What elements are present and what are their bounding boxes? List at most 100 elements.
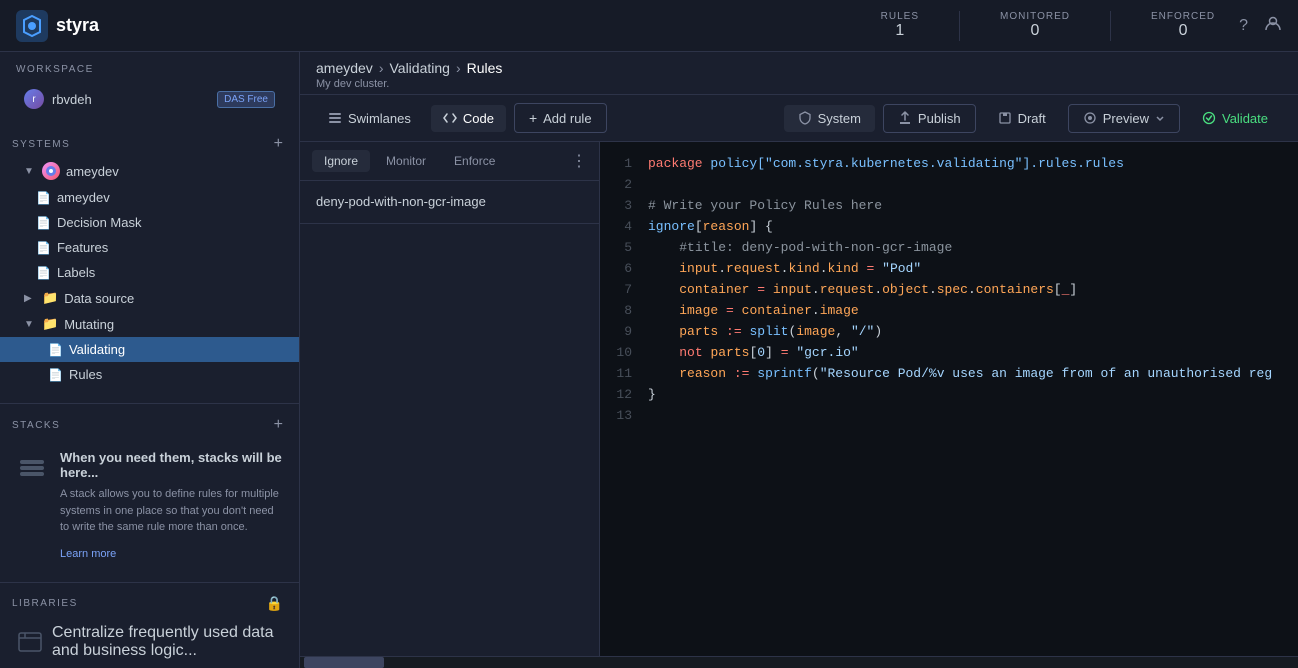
breadcrumb-validating: Validating — [389, 60, 449, 76]
monitored-stat-value: 0 — [1031, 22, 1040, 40]
enforced-stat-value: 0 — [1179, 22, 1188, 40]
stacks-empty-title: When you need them, stacks will be here.… — [60, 450, 283, 480]
user-icon[interactable] — [1264, 14, 1282, 37]
rules-tabs: Ignore Monitor Enforce ⋮ — [300, 142, 599, 181]
libraries-text: Centralize frequently used data and busi… — [52, 624, 283, 660]
datasource-label: Labels — [57, 265, 95, 280]
stacks-icon — [16, 450, 48, 482]
sidebar-item-mutating[interactable]: ▶ 📁 Data source — [0, 285, 299, 311]
decision-mask-file-icon: 📄 — [36, 191, 51, 205]
sidebar-item-features[interactable]: 📄 Decision Mask — [0, 210, 299, 235]
add-rule-label: Add rule — [543, 111, 591, 126]
top-bar: styra RULES 1 MONITORED 0 ENFORCED 0 ? — [0, 0, 1298, 52]
libraries-item: Centralize frequently used data and busi… — [0, 616, 299, 668]
rule-list-item[interactable]: deny-pod-with-non-gcr-image — [300, 181, 599, 224]
sidebar: WORKSPACE r rbvdeh DAS Free SYSTEMS + ▼ — [0, 52, 300, 668]
stacks-empty-text: When you need them, stacks will be here.… — [60, 450, 283, 562]
line-code-4: ignore[reason] { — [648, 217, 1298, 238]
test-file-icon: 📄 — [48, 368, 63, 382]
tab-monitor[interactable]: Monitor — [374, 150, 438, 172]
line-num-4: 4 — [600, 217, 648, 238]
help-icon[interactable]: ? — [1239, 17, 1248, 35]
features-file-icon: 📄 — [36, 216, 51, 230]
code-editor[interactable]: 1 package policy["com.styra.kubernetes.v… — [600, 142, 1298, 656]
stacks-label: STACKS — [12, 420, 60, 431]
folder-validating-icon: 📁 — [42, 316, 58, 332]
main-layout: WORKSPACE r rbvdeh DAS Free SYSTEMS + ▼ — [0, 52, 1298, 668]
stacks-header: STACKS + — [0, 412, 299, 438]
workspace-name: rbvdeh — [52, 92, 209, 107]
sidebar-item-test[interactable]: 📄 Rules — [0, 362, 299, 387]
validate-check-icon — [1202, 111, 1216, 125]
enforced-stat: ENFORCED 0 — [1151, 11, 1215, 40]
code-line-13: 13 — [600, 406, 1298, 427]
line-code-13 — [648, 406, 1298, 427]
sidebar-item-rules[interactable]: 📄 Validating — [0, 337, 299, 362]
line-code-11: reason := sprintf("Resource Pod/%v uses … — [648, 364, 1298, 385]
sidebar-item-validating[interactable]: ▼ 📁 Mutating — [0, 311, 299, 337]
publish-icon — [898, 111, 912, 125]
sidebar-item-ameydev[interactable]: ▼ ameydev — [0, 157, 299, 185]
logo-text: styra — [56, 15, 99, 36]
swimlanes-button[interactable]: Swimlanes — [316, 105, 423, 132]
line-num-9: 9 — [600, 322, 648, 343]
code-label: Code — [463, 111, 494, 126]
systems-header: SYSTEMS + — [0, 131, 299, 157]
validate-label: Validate — [1222, 111, 1268, 126]
line-num-6: 6 — [600, 259, 648, 280]
content-area: ameydev › Validating › Rules My dev clus… — [300, 52, 1298, 668]
editor-area: Ignore Monitor Enforce ⋮ deny-pod-with-n… — [300, 142, 1298, 656]
validating-label: Mutating — [64, 317, 114, 332]
rules-stat-label: RULES — [881, 11, 919, 22]
code-line-3: 3 # Write your Policy Rules here — [600, 196, 1298, 217]
line-num-10: 10 — [600, 343, 648, 364]
monitored-stat-label: MONITORED — [1000, 11, 1070, 22]
tab-ignore[interactable]: Ignore — [312, 150, 370, 172]
rules-file-icon: 📄 — [48, 343, 63, 357]
breadcrumb-ameydev: ameydev — [316, 60, 373, 76]
validate-button[interactable]: Validate — [1188, 105, 1282, 132]
stacks-learn-more-link[interactable]: Learn more — [60, 548, 116, 560]
features-label: Decision Mask — [57, 215, 142, 230]
line-code-8: image = container.image — [648, 301, 1298, 322]
swimlanes-icon — [328, 111, 342, 125]
line-num-3: 3 — [600, 196, 648, 217]
workspace-item[interactable]: r rbvdeh DAS Free — [16, 83, 283, 115]
code-line-10: 10 not parts[0] = "gcr.io" — [600, 343, 1298, 364]
publish-button[interactable]: Publish — [883, 104, 976, 133]
rules-panel: Ignore Monitor Enforce ⋮ deny-pod-with-n… — [300, 142, 600, 656]
sidebar-item-labels[interactable]: 📄 Features — [0, 235, 299, 260]
breadcrumb-sep-1: › — [379, 60, 384, 76]
workspace-avatar: r — [24, 89, 44, 109]
validating-chevron-icon: ▼ — [24, 319, 36, 330]
save-draft-button[interactable]: Draft — [984, 105, 1060, 132]
code-icon — [443, 111, 457, 125]
systems-section: SYSTEMS + ▼ ameydev 📄 — [0, 123, 299, 395]
line-num-2: 2 — [600, 175, 648, 196]
toolbar-left: Swimlanes Code + Add rule — [316, 103, 607, 133]
code-line-4: 4 ignore[reason] { — [600, 217, 1298, 238]
editor-horizontal-scrollbar[interactable] — [300, 656, 1298, 668]
system-tab-button[interactable]: System — [784, 105, 875, 132]
sidebar-item-datasource[interactable]: 📄 Labels — [0, 260, 299, 285]
rules-tabs-list: Ignore Monitor Enforce — [312, 150, 507, 172]
add-system-button[interactable]: + — [274, 135, 283, 153]
add-stack-button[interactable]: + — [274, 416, 283, 434]
code-line-7: 7 container = input.request.object.spec.… — [600, 280, 1298, 301]
libraries-label: LIBRARIES — [12, 598, 78, 609]
line-num-11: 11 — [600, 364, 648, 385]
code-line-1: 1 package policy["com.styra.kubernetes.v… — [600, 154, 1298, 175]
line-code-6: input.request.kind.kind = "Pod" — [648, 259, 1298, 280]
test-label: Rules — [69, 367, 102, 382]
add-rule-button[interactable]: + Add rule — [514, 103, 607, 133]
breadcrumb: ameydev › Validating › Rules — [316, 60, 1282, 76]
workspace-label: WORKSPACE — [16, 64, 283, 75]
code-view-button[interactable]: Code — [431, 105, 506, 132]
rules-more-icon[interactable]: ⋮ — [571, 151, 587, 171]
sidebar-item-decision-mask[interactable]: 📄 ameydev — [0, 185, 299, 210]
tab-enforce[interactable]: Enforce — [442, 150, 507, 172]
preview-button[interactable]: Preview — [1068, 104, 1180, 133]
libraries-icon — [16, 628, 44, 656]
ameydev-chevron-icon: ▼ — [24, 166, 36, 177]
rules-stat: RULES 1 — [881, 11, 919, 40]
